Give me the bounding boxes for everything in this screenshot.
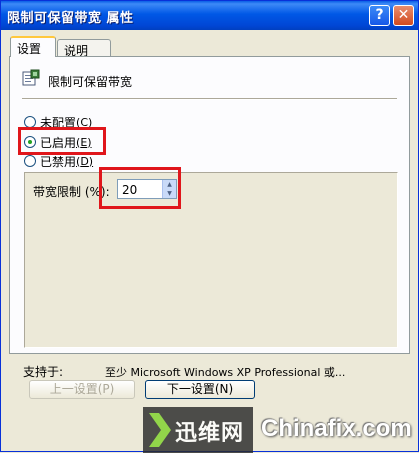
window-title: 限制可保留带宽 属性: [7, 11, 134, 26]
divider: [22, 98, 397, 100]
supported-on-text: 至少 Microsoft Windows XP Professional 或..…: [105, 366, 346, 379]
policy-name: 限制可保留带宽: [48, 75, 133, 89]
properties-dialog: 限制可保留带宽 属性 ? ✕ 设置 说明 限制可保留带宽 未配置 (C) 已启用…: [0, 0, 419, 453]
next-setting-button[interactable]: 下一设置(N): [145, 380, 255, 399]
watermark: 迅维网 Chinafix.com: [143, 407, 419, 453]
watermark-logo: 迅维网: [143, 407, 253, 453]
highlight-enabled: [18, 127, 106, 155]
radio-disabled-circle[interactable]: [24, 155, 36, 167]
title-bar[interactable]: 限制可保留带宽 属性 ? ✕: [1, 1, 418, 30]
supported-on-label: 支持于:: [23, 365, 64, 379]
settings-panel: 限制可保留带宽 未配置 (C) 已启用 (E) 已禁用 (D) 带宽限制 (%)…: [9, 56, 410, 354]
prev-setting-button[interactable]: 上一设置(P): [29, 380, 135, 399]
options-area: 带宽限制 (%): 20 ▲ ▼: [24, 172, 398, 348]
policy-setting-icon: [22, 69, 40, 86]
watermark-en-text: Chinafix.com: [261, 415, 412, 442]
highlight-bandwidth: [99, 167, 181, 209]
tab-settings[interactable]: 设置: [10, 36, 56, 57]
help-button[interactable]: ?: [369, 5, 390, 26]
radio-disabled-label: 已禁用: [40, 154, 77, 169]
watermark-cn-text: 迅维网: [175, 421, 245, 446]
radio-disabled[interactable]: 已禁用 (D): [24, 153, 93, 169]
chevron-logo-icon: [149, 413, 171, 447]
close-button[interactable]: ✕: [393, 5, 414, 26]
